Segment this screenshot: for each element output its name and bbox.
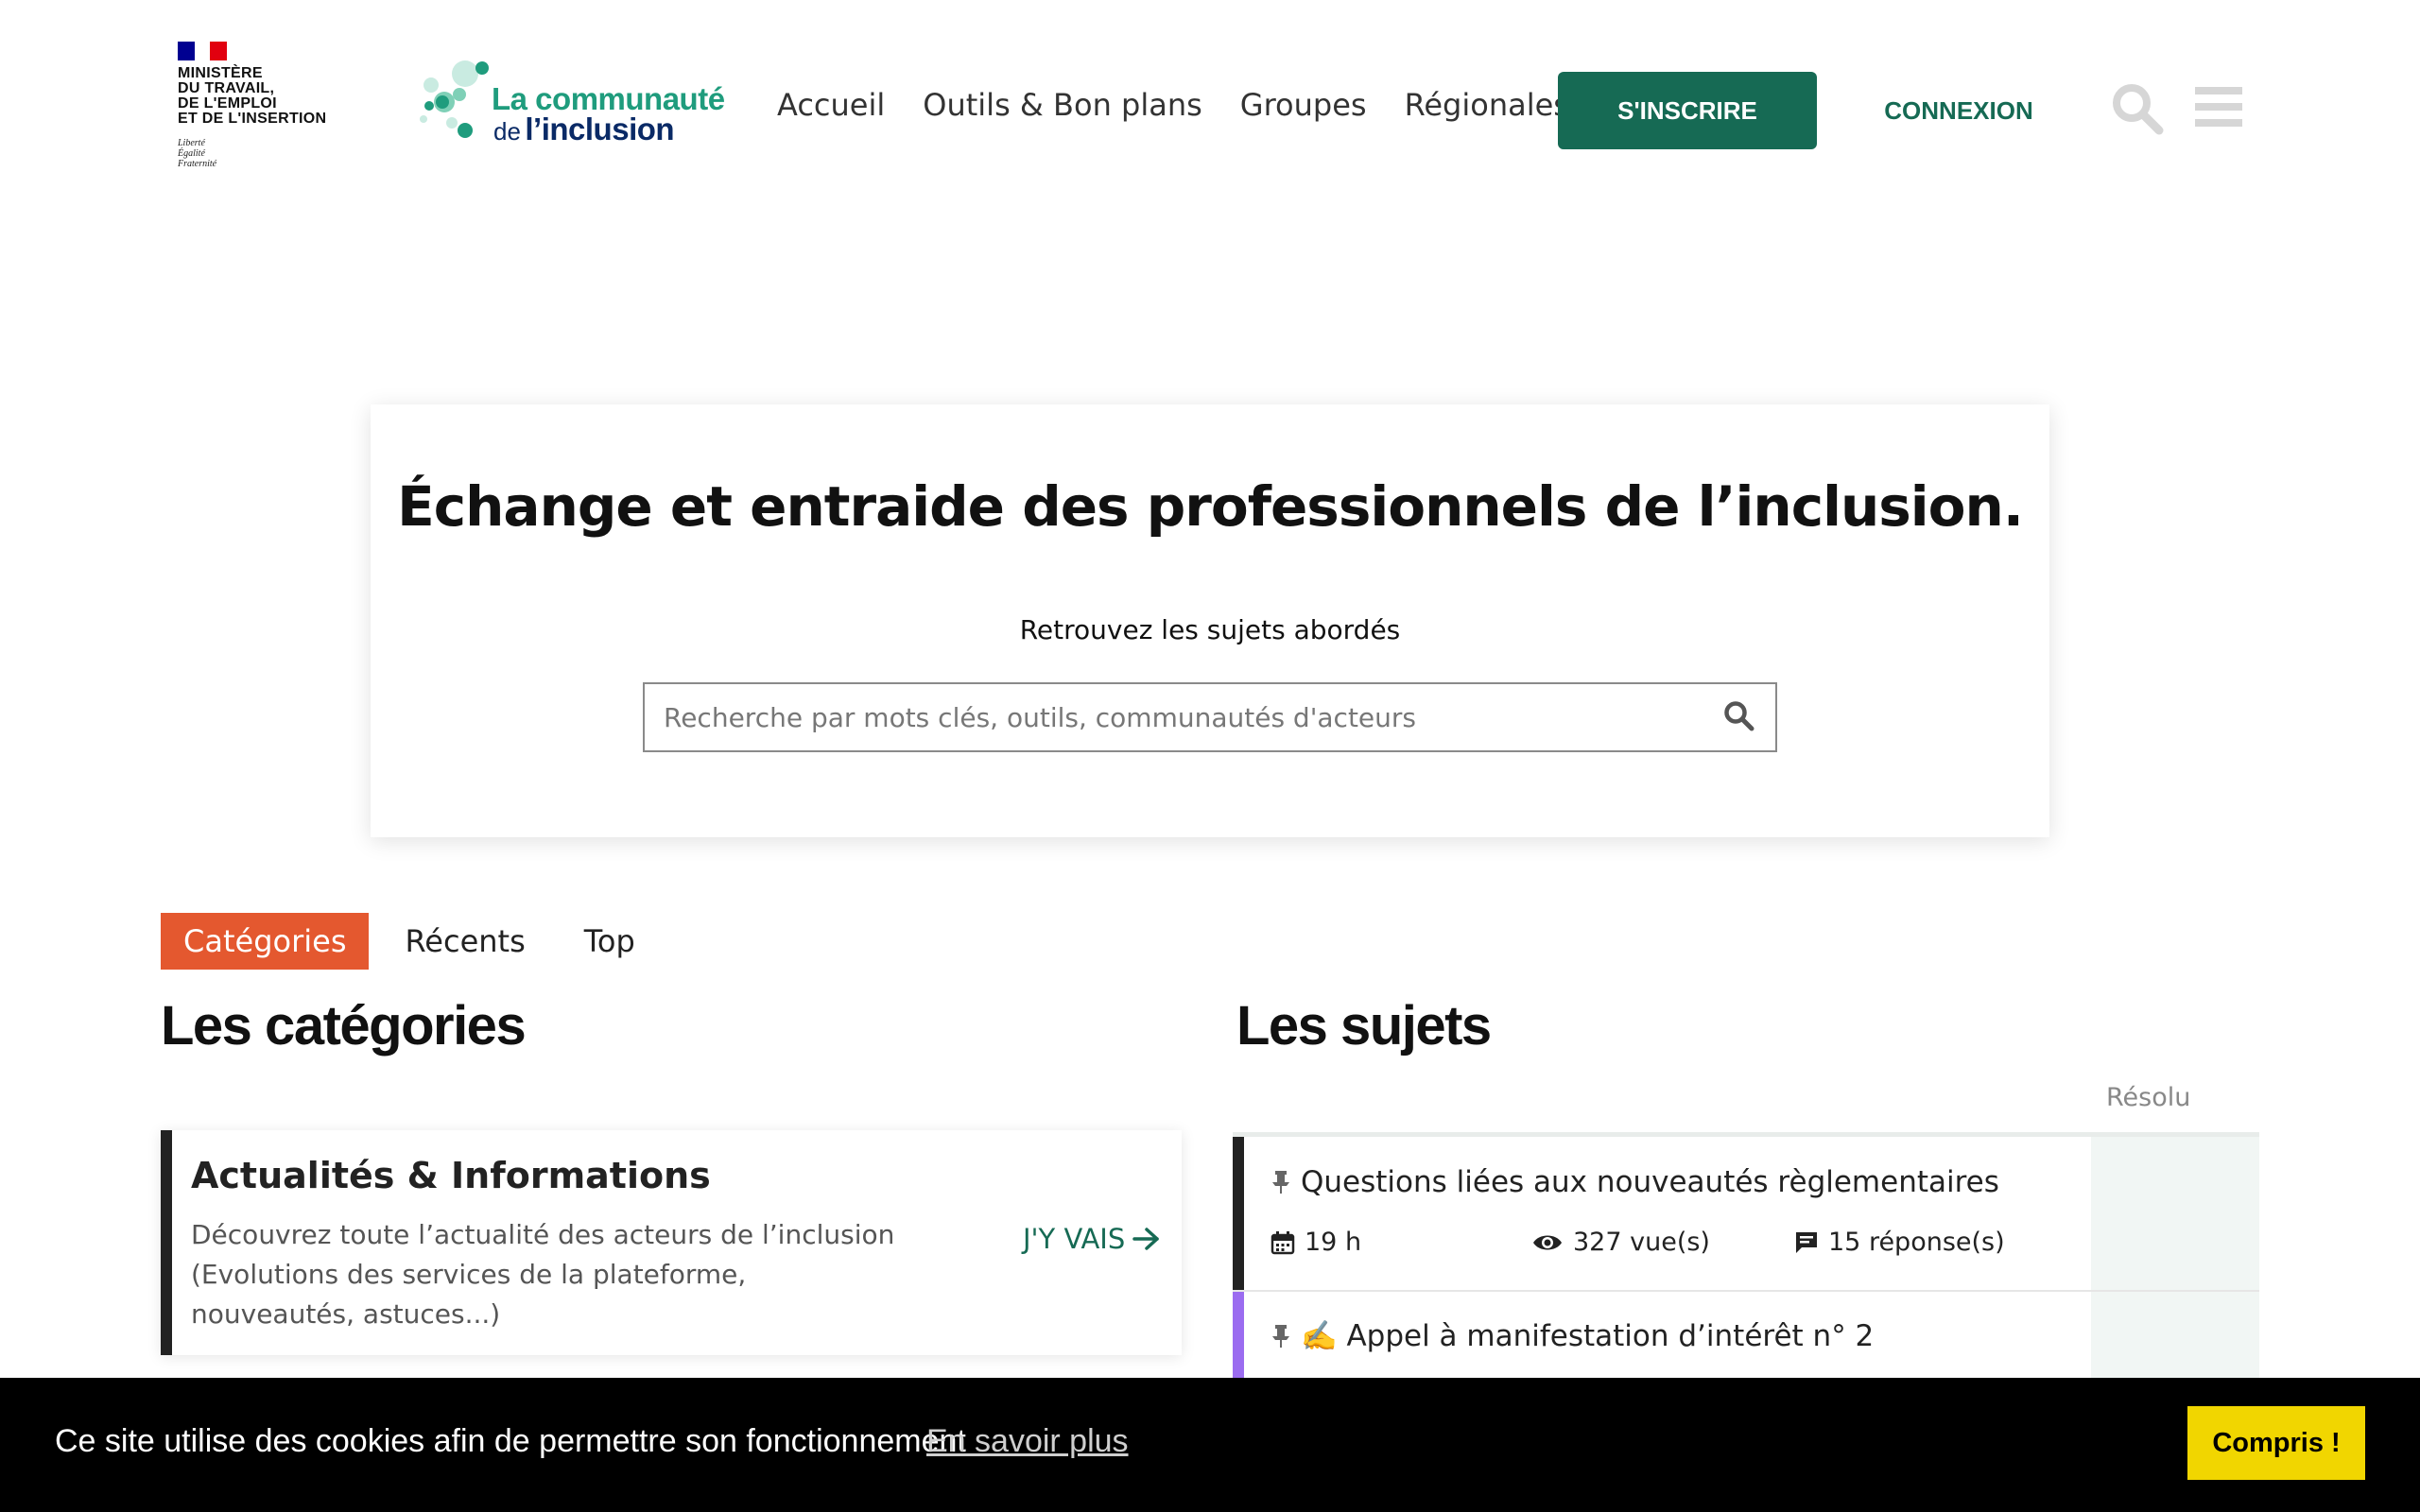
topics-heading: Les sujets [1236, 995, 1492, 1057]
cookie-learn-more-link[interactable]: En savoir plus [926, 1423, 1129, 1460]
search-icon[interactable] [2110, 81, 2165, 136]
search-icon[interactable] [1722, 699, 1756, 733]
cookie-accept-button[interactable]: Compris ! [2187, 1406, 2365, 1480]
login-button[interactable]: CONNEXION [1853, 72, 2065, 149]
cookie-banner: Ce site utilise des cookies afin de perm… [0, 1378, 2420, 1512]
site-logo[interactable]: La communauté de l’inclusion [418, 57, 730, 151]
pin-icon [1272, 1171, 1289, 1194]
comment-icon [1796, 1231, 1817, 1253]
topic-replies: 15 réponse(s) [1794, 1228, 2005, 1257]
marianne-flag-icon [178, 42, 227, 60]
topic-title[interactable]: Questions liées aux nouveautés règlement… [1270, 1165, 1999, 1199]
bubbles-logo-icon [420, 60, 489, 138]
topic-age: 19 h [1270, 1228, 1361, 1257]
calendar-icon [1270, 1230, 1295, 1254]
republic-motto: Liberté Égalité Fraternité [178, 138, 217, 169]
nav-item-accueil[interactable]: Accueil [777, 87, 885, 123]
topic-views: 327 vue(s) [1531, 1228, 1710, 1257]
view-tabs: Catégories Récents Top [161, 913, 671, 970]
nav-item-groupes[interactable]: Groupes [1240, 87, 1367, 123]
category-card[interactable]: Actualités & Informations Découvrez tout… [161, 1130, 1182, 1355]
hero-title: Échange et entraide des professionnels d… [397, 474, 2024, 539]
category-description: Découvrez toute l’actualité des acteurs … [191, 1219, 895, 1330]
arrow-right-icon [1132, 1228, 1159, 1250]
ministry-name: MINISTÈRE DU TRAVAIL, DE L'EMPLOI ET DE … [178, 65, 327, 127]
hamburger-menu-icon[interactable] [2195, 87, 2242, 130]
eye-icon [1533, 1235, 1562, 1249]
hero-subtitle: Retrouvez les sujets abordés [1019, 614, 1401, 645]
topic-category-bar [1233, 1137, 1244, 1290]
ministry-logo[interactable]: MINISTÈRE DU TRAVAIL, DE L'EMPLOI ET DE … [178, 42, 367, 183]
logo-text-line2: de l’inclusion [493, 112, 675, 146]
tab-categories[interactable]: Catégories [161, 913, 370, 970]
signup-button[interactable]: S'INSCRIRE [1558, 72, 1817, 149]
tab-recents[interactable]: Récents [382, 913, 547, 970]
category-title[interactable]: Actualités & Informations [191, 1155, 711, 1196]
topic-resolved-cell [2091, 1137, 2259, 1290]
resolved-column-header: Résolu [2106, 1083, 2191, 1112]
topic-row[interactable]: Questions liées aux nouveautés règlement… [1233, 1137, 2259, 1292]
category-go-link[interactable]: J'Y VAIS [1023, 1223, 1161, 1255]
nav-item-outils-bon-plans[interactable]: Outils & Bon plans [923, 87, 1202, 123]
hero-card: Échange et entraide des professionnels d… [371, 404, 2049, 837]
search-box [643, 682, 1777, 752]
tab-top[interactable]: Top [562, 913, 658, 970]
categories-heading: Les catégories [161, 995, 527, 1057]
topic-title[interactable]: ✍️ Appel à manifestation d’intérêt n° 2 [1270, 1318, 1874, 1353]
nav-item-regionales[interactable]: Régionales [1405, 87, 1569, 123]
main-nav: Accueil Outils & Bon plans Groupes Régio… [777, 87, 1607, 123]
search-input[interactable] [645, 684, 1703, 750]
pin-icon [1272, 1324, 1289, 1348]
site-header: MINISTÈRE DU TRAVAIL, DE L'EMPLOI ET DE … [0, 0, 2420, 189]
cookie-message: Ce site utilise des cookies afin de perm… [55, 1423, 966, 1459]
